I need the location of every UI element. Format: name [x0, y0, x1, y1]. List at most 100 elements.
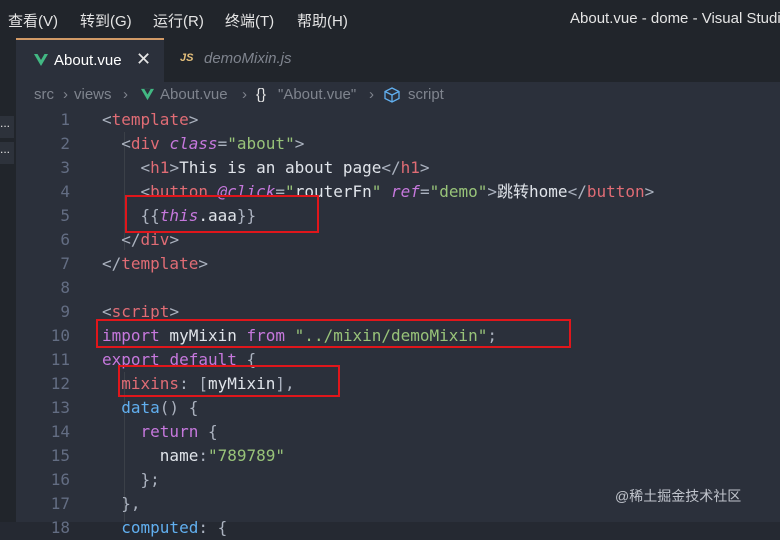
code-token: data — [121, 398, 160, 417]
menu-run[interactable]: 运行(R) — [153, 10, 204, 31]
code-token: button — [586, 182, 645, 201]
menu-bar: 查看(V) 转到(G) 运行(R) 终端(T) 帮助(H) About.vue … — [0, 0, 780, 38]
menu-goto[interactable]: 转到(G) — [80, 10, 132, 31]
tab-about-vue[interactable]: About.vue ✕ — [16, 38, 164, 82]
breadcrumb-src[interactable]: src — [34, 86, 54, 103]
code-line[interactable]: 3 <h1>This is an about page</h1> — [16, 156, 780, 180]
code-text: return { — [102, 420, 218, 444]
breadcrumb: src › views › About.vue › {} "About.vue"… — [16, 82, 780, 108]
breadcrumb-separator: › — [242, 86, 247, 103]
code-token: < — [102, 110, 112, 129]
code-text: }; — [102, 468, 160, 492]
code-editor[interactable]: 1 <template> 2 <div class="about"> 3 <h1>Th… — [16, 108, 780, 537]
line-number: 16 — [50, 470, 70, 489]
code-token: This is an about page — [179, 158, 382, 177]
menu-terminal[interactable]: 终端(T) — [225, 10, 274, 31]
code-token: h1 — [150, 158, 170, 177]
code-token: : — [198, 446, 208, 465]
line-number: 12 — [50, 374, 70, 393]
highlight-box — [118, 365, 340, 397]
highlight-box — [125, 195, 319, 233]
js-file-icon: JS — [180, 52, 194, 64]
code-token: }, — [102, 494, 141, 513]
code-text: <h1>This is an about page</h1> — [102, 156, 430, 180]
tab-label: About.vue — [54, 52, 122, 69]
code-token: }; — [102, 470, 160, 489]
code-token: > — [188, 110, 199, 129]
code-token: > — [294, 134, 305, 153]
code-line[interactable]: 7 </template> — [16, 252, 780, 276]
breadcrumb-script[interactable]: script — [408, 86, 444, 103]
code-token: = — [217, 134, 228, 153]
line-number: 1 — [60, 110, 70, 129]
line-number: 2 — [60, 134, 70, 153]
line-number: 13 — [50, 398, 70, 417]
menu-help[interactable]: 帮助(H) — [297, 10, 348, 31]
line-number: 6 — [60, 230, 70, 249]
close-icon[interactable]: ✕ — [136, 49, 151, 70]
code-token: { — [198, 422, 218, 441]
breadcrumb-views[interactable]: views — [74, 86, 112, 103]
code-token: name — [159, 446, 199, 465]
braces-icon: {} — [256, 86, 267, 103]
code-text: </template> — [102, 252, 208, 276]
code-line[interactable]: 15 name:"789789" — [16, 444, 780, 468]
code-token: "789789" — [207, 446, 286, 465]
line-number: 10 — [50, 326, 70, 345]
code-text: computed: { — [102, 516, 227, 540]
line-number: 8 — [60, 278, 70, 297]
line-number: 4 — [60, 182, 70, 201]
line-number: 5 — [60, 206, 70, 225]
code-token: > — [169, 158, 180, 177]
code-line[interactable]: 14 return { — [16, 420, 780, 444]
code-token: = — [419, 182, 430, 201]
line-number: 15 — [50, 446, 70, 465]
menu-view[interactable]: 查看(V) — [8, 10, 58, 31]
code-line[interactable]: 13 data() { — [16, 396, 780, 420]
tab-demomixin-js[interactable]: JS demoMixin.js — [164, 38, 334, 82]
cube-icon — [384, 87, 400, 103]
breadcrumb-file[interactable]: About.vue — [160, 86, 228, 103]
code-token: template — [121, 254, 199, 273]
code-line[interactable]: 1 <template> — [16, 108, 780, 132]
code-token: </ — [102, 254, 122, 273]
code-token: " — [371, 182, 382, 201]
activity-bar — [0, 38, 16, 522]
sidebar-stub[interactable]: ... — [0, 116, 14, 138]
code-token: 跳转home — [497, 182, 568, 201]
line-number: 14 — [50, 422, 70, 441]
breadcrumb-separator: › — [369, 86, 374, 103]
code-token: ref — [391, 182, 420, 201]
sidebar-stub[interactable]: ... — [0, 142, 14, 164]
breadcrumb-component[interactable]: "About.vue" — [278, 86, 356, 103]
code-token: div — [130, 134, 160, 153]
vue-logo-icon — [34, 54, 48, 66]
line-number: 3 — [60, 158, 70, 177]
window-title: About.vue - dome - Visual Studi — [570, 10, 780, 27]
code-token: return — [140, 422, 199, 441]
vue-logo-icon — [141, 88, 154, 101]
line-number: 7 — [60, 254, 70, 273]
breadcrumb-separator: › — [123, 86, 128, 103]
line-number: 11 — [50, 350, 70, 369]
line-number: 9 — [60, 302, 70, 321]
code-line[interactable]: 18 computed: { — [16, 516, 780, 540]
code-token: </ — [567, 182, 587, 201]
code-line[interactable]: 8 — [16, 276, 780, 300]
code-token: h1 — [400, 158, 420, 177]
highlight-box — [96, 319, 571, 348]
code-line[interactable]: 2 <div class="about"> — [16, 132, 780, 156]
code-token: class — [169, 134, 218, 153]
code-token: < — [102, 134, 131, 153]
code-token: > — [644, 182, 655, 201]
code-token: > — [198, 254, 208, 273]
code-token: </ — [381, 158, 401, 177]
code-token: template — [111, 110, 189, 129]
code-text: data() { — [102, 396, 198, 420]
